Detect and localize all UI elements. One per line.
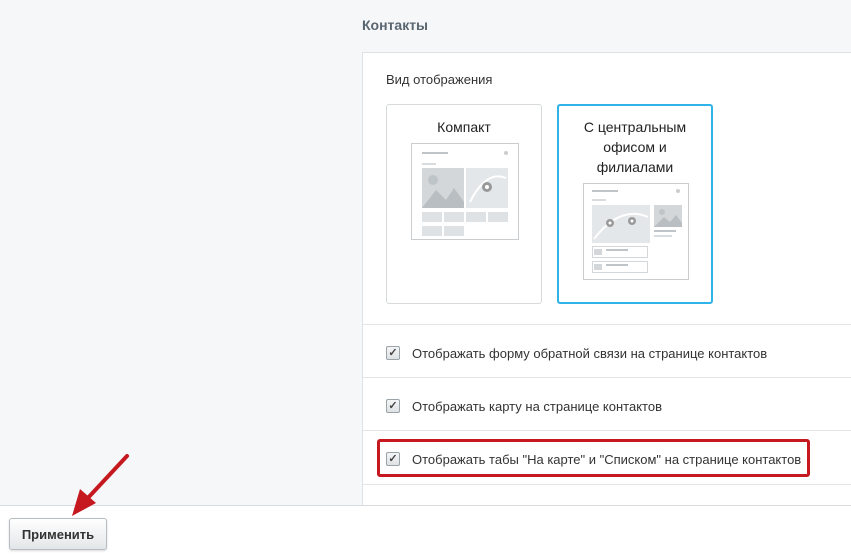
annotation-arrow-icon xyxy=(72,454,129,516)
